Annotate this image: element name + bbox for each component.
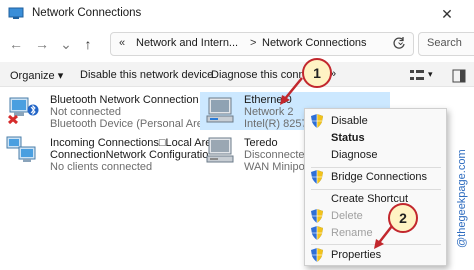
callout-step-1: 1 [302, 58, 332, 88]
callout-step-2: 2 [388, 203, 418, 233]
watermark-logo: @thegeekpage.com [456, 149, 468, 248]
svg-text:@thegeekpage.com: @thegeekpage.com [456, 149, 468, 248]
